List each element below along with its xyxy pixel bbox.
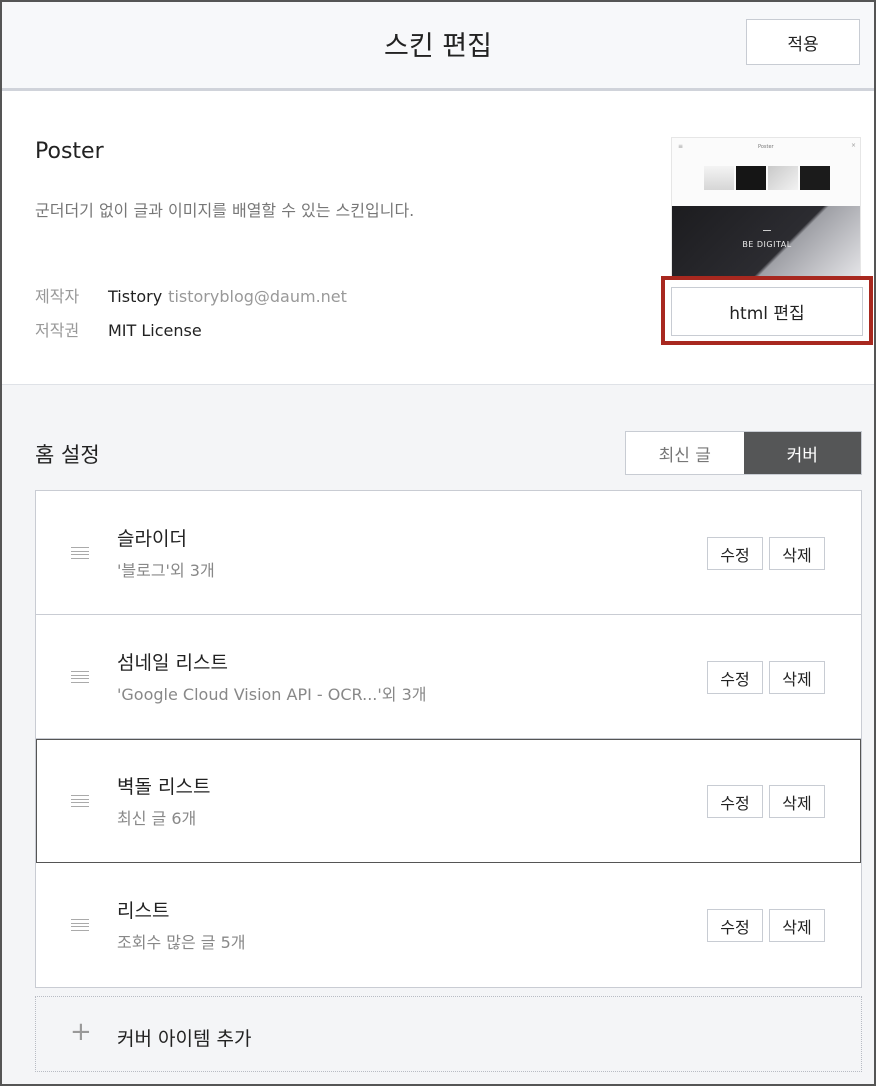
skin-name: Poster — [35, 139, 104, 164]
item-title: 섬네일 리스트 — [117, 652, 228, 674]
list-item: 벽돌 리스트 최신 글 6개 수정 삭제 — [36, 739, 861, 863]
author-label: 제작자 — [35, 287, 80, 306]
toggle-cover[interactable]: 커버 — [743, 432, 861, 474]
author-row: 제작자 Tistory tistoryblog@daum.net — [35, 283, 347, 307]
thumbnail-card-image — [704, 166, 734, 190]
license-row: 저작권 MIT License — [35, 317, 202, 341]
toggle-latest-posts[interactable]: 최신 글 — [626, 432, 744, 474]
author-email: tistoryblog@daum.net — [168, 287, 347, 306]
thumbnail-logo: Poster — [758, 144, 774, 150]
add-cover-item-button[interactable]: + 커버 아이템 추가 — [35, 996, 862, 1072]
edit-button[interactable]: 수정 — [707, 661, 763, 694]
list-item: 리스트 조회수 많은 글 5개 수정 삭제 — [36, 863, 861, 987]
drag-handle-icon[interactable] — [71, 795, 89, 807]
skin-info-section: Poster 군더더기 없이 글과 이미지를 배열할 수 있는 스킨입니다. 제… — [2, 91, 874, 385]
drag-handle-icon[interactable] — [71, 547, 89, 559]
page-title: 스킨 편집 — [384, 31, 492, 62]
home-settings-title: 홈 설정 — [35, 443, 100, 467]
license-value: MIT License — [108, 321, 202, 340]
edit-button[interactable]: 수정 — [707, 785, 763, 818]
drag-handle-icon[interactable] — [71, 671, 89, 683]
thumbnail-card-image — [768, 166, 798, 190]
edit-button[interactable]: 수정 — [707, 909, 763, 942]
author-name: Tistory — [108, 287, 163, 306]
skin-edit-panel: 스킨 편집 적용 Poster 군더더기 없이 글과 이미지를 배열할 수 있는… — [0, 0, 876, 1086]
item-subtitle: '블로그'외 3개 — [117, 561, 215, 580]
item-title: 벽돌 리스트 — [117, 776, 211, 798]
list-item: 섬네일 리스트 'Google Cloud Vision API - OCR..… — [36, 615, 861, 739]
delete-button[interactable]: 삭제 — [769, 537, 825, 570]
thumbnail-header: ≡ Poster × — [672, 138, 860, 206]
item-title: 리스트 — [117, 900, 170, 922]
thumbnail-divider — [763, 230, 771, 231]
skin-description: 군더더기 없이 글과 이미지를 배열할 수 있는 스킨입니다. — [35, 201, 415, 220]
item-title: 슬라이더 — [117, 528, 187, 550]
thumbnail-card-image — [736, 166, 766, 190]
item-subtitle: 조회수 많은 글 5개 — [117, 933, 246, 952]
header: 스킨 편집 적용 — [2, 2, 874, 91]
license-label: 저작권 — [35, 321, 80, 340]
thumbnail-caption: BE DIGITAL — [742, 240, 792, 249]
add-item-label: 커버 아이템 추가 — [117, 1028, 252, 1050]
item-subtitle: 최신 글 6개 — [117, 809, 197, 828]
item-subtitle: 'Google Cloud Vision API - OCR...'외 3개 — [117, 685, 427, 704]
home-mode-toggle: 최신 글 커버 — [625, 431, 862, 475]
html-edit-button[interactable]: html 편집 — [671, 287, 863, 336]
list-item: 슬라이더 '블로그'외 3개 수정 삭제 — [36, 491, 861, 615]
edit-button[interactable]: 수정 — [707, 537, 763, 570]
thumbnail-close-icon: × — [850, 142, 856, 149]
apply-button[interactable]: 적용 — [746, 19, 860, 65]
delete-button[interactable]: 삭제 — [769, 785, 825, 818]
plus-icon: + — [70, 1017, 92, 1047]
delete-button[interactable]: 삭제 — [769, 661, 825, 694]
thumbnail-menu-icon: ≡ — [678, 143, 684, 150]
drag-handle-icon[interactable] — [71, 919, 89, 931]
cover-item-list: 슬라이더 '블로그'외 3개 수정 삭제 섬네일 리스트 'Google Clo… — [35, 490, 862, 988]
thumbnail-card-image — [800, 166, 830, 190]
delete-button[interactable]: 삭제 — [769, 909, 825, 942]
thumbnail-hero: BE DIGITAL — [672, 206, 860, 276]
skin-thumbnail: ≡ Poster × BE DIGITAL — [671, 137, 861, 277]
